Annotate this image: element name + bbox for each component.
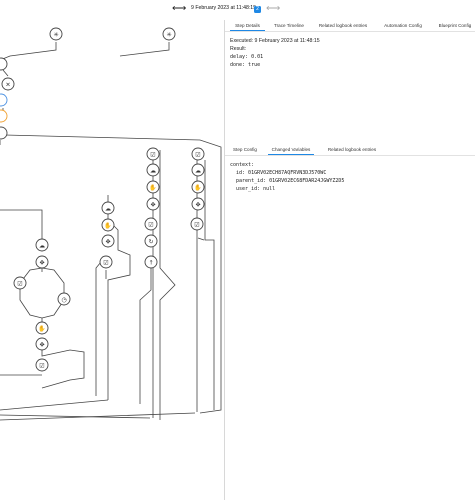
svg-text:✥: ✥ — [150, 202, 155, 209]
close-icon[interactable]: ✕ — [1, 77, 15, 91]
svg-text:☁: ☁ — [195, 168, 201, 175]
svg-text:✳: ✳ — [53, 32, 58, 39]
tab-step-config[interactable]: Step Config — [230, 146, 260, 154]
shuffle-icon[interactable] — [0, 126, 8, 140]
asterisk-icon[interactable]: ✳ — [162, 27, 176, 41]
trace-count-badge[interactable]: 2 — [254, 6, 261, 13]
cloud-icon[interactable]: ☁ — [101, 201, 115, 215]
executed-timestamp: Executed: 9 February 2023 at 11:48:15 — [230, 38, 320, 44]
shuffle-icon[interactable] — [0, 57, 8, 71]
tab-trace-timeline[interactable]: Trace Timeline — [271, 22, 307, 30]
svg-text:☁: ☁ — [39, 243, 45, 250]
svg-text:☑: ☑ — [103, 260, 108, 267]
result-label: Result: — [230, 46, 247, 52]
hand-icon[interactable]: ✋ — [146, 180, 160, 194]
arrow-up-icon[interactable]: ↑ — [144, 255, 158, 269]
svg-text:☑: ☑ — [17, 281, 22, 288]
trace-graph: ✳ ✳ ✕ ☑ ☑ ☁ ☁ ✋ ✋ ✥ ✥ ☑ ☑ ↻ ↑ ☁ ✋ ✥ ☑ ☁ … — [0, 20, 224, 500]
svg-text:↑: ↑ — [148, 260, 153, 267]
checkbox-icon[interactable]: ☑ — [35, 358, 49, 372]
svg-text:✋: ✋ — [104, 222, 111, 230]
svg-text:◷: ◷ — [61, 297, 66, 304]
svg-text:☑: ☑ — [195, 152, 200, 159]
cloud-icon[interactable]: ☁ — [191, 163, 205, 177]
tab-automation-config[interactable]: Automation Config — [381, 22, 425, 30]
svg-text:↻: ↻ — [148, 239, 153, 246]
arrows-icon[interactable]: ✥ — [146, 197, 160, 211]
hand-icon[interactable]: ✋ — [35, 321, 49, 335]
asterisk-icon[interactable]: ✳ — [49, 27, 63, 41]
trace-graph-canvas: ✳ ✳ ✕ ☑ ☑ ☁ ☁ ✋ ✋ ✥ ✥ ☑ ☑ ↻ ↑ ☁ ✋ ✥ ☑ ☁ … — [0, 27, 222, 421]
svg-text:☑: ☑ — [148, 222, 153, 229]
arrows-icon[interactable]: ✥ — [35, 255, 49, 269]
tab-blueprint-config[interactable]: Blueprint Config — [435, 22, 475, 30]
arrow-left-right-icon[interactable]: ⟷ — [266, 3, 280, 15]
checkbox-icon[interactable]: ☑ — [144, 217, 158, 231]
variables-line: user_id: null — [230, 186, 276, 192]
tab-changed-variables[interactable]: Changed Variables — [268, 146, 314, 155]
checkbox-icon[interactable]: ☑ — [99, 255, 113, 269]
timer-icon[interactable]: ◷ — [57, 292, 71, 306]
trace-date[interactable]: 9 February 2023 at 11:48:15 — [191, 4, 256, 12]
trace-tabs: Step Details Trace Timeline Related logb… — [225, 22, 475, 31]
arrows-icon[interactable]: ✥ — [35, 337, 49, 351]
refresh-icon[interactable]: ↻ — [144, 234, 158, 248]
double-arrow-icon[interactable]: ⟷ — [172, 3, 186, 15]
svg-text:✕: ✕ — [5, 82, 10, 89]
play-icon[interactable] — [0, 93, 8, 107]
cloud-icon[interactable]: ☁ — [146, 163, 160, 177]
svg-text:☑: ☑ — [150, 152, 155, 159]
svg-text:✥: ✥ — [39, 342, 44, 349]
hand-icon[interactable]: ✋ — [101, 218, 115, 232]
variables-line: context: — [230, 162, 255, 168]
svg-text:☁: ☁ — [105, 206, 111, 213]
svg-text:✋: ✋ — [194, 184, 201, 192]
svg-text:☁: ☁ — [150, 168, 156, 175]
arrows-icon[interactable]: ✥ — [101, 234, 115, 248]
step-tabs-divider — [225, 155, 475, 156]
checkbox-icon[interactable]: ☑ — [191, 147, 205, 161]
svg-text:☑: ☑ — [39, 363, 44, 370]
hand-icon[interactable]: ✋ — [191, 180, 205, 194]
svg-text:✋: ✋ — [38, 325, 45, 333]
tabs-divider — [225, 31, 475, 32]
svg-text:✋: ✋ — [149, 184, 156, 192]
svg-text:✳: ✳ — [166, 32, 171, 39]
svg-text:☑: ☑ — [194, 222, 199, 229]
checkbox-icon[interactable]: ☑ — [190, 217, 204, 231]
checkbox-icon[interactable]: ☑ — [13, 276, 27, 290]
svg-text:✥: ✥ — [105, 239, 110, 246]
svg-text:✥: ✥ — [195, 202, 200, 209]
trace-toolbar: ⟷ 9 February 2023 at 11:48:15 2 ⟷ — [0, 0, 475, 20]
trace-details-pane: Step Details Trace Timeline Related logb… — [225, 20, 475, 500]
tab-step-related-logbook[interactable]: Related logbook entries — [323, 146, 381, 154]
checkbox-icon[interactable]: ☑ — [146, 147, 160, 161]
variables-line: parent_id: 01GRV02EC68FDAR24JGWYZ2D5 — [230, 178, 345, 184]
tab-related-logbook[interactable]: Related logbook entries — [315, 22, 371, 30]
svg-text:✥: ✥ — [39, 260, 44, 267]
arrows-icon[interactable]: ✥ — [191, 197, 205, 211]
variables-line: id: 01GRV02ECH87AQFRVN3DJ570WC — [230, 170, 327, 176]
bracket-icon[interactable] — [0, 109, 8, 123]
result-line: delay: 0.01 — [230, 54, 264, 60]
tab-step-details[interactable]: Step Details — [230, 22, 265, 31]
result-line: done: true — [230, 62, 261, 68]
cloud-icon[interactable]: ☁ — [35, 238, 49, 252]
step-tabs: Step Config Changed Variables Related lo… — [225, 146, 475, 155]
